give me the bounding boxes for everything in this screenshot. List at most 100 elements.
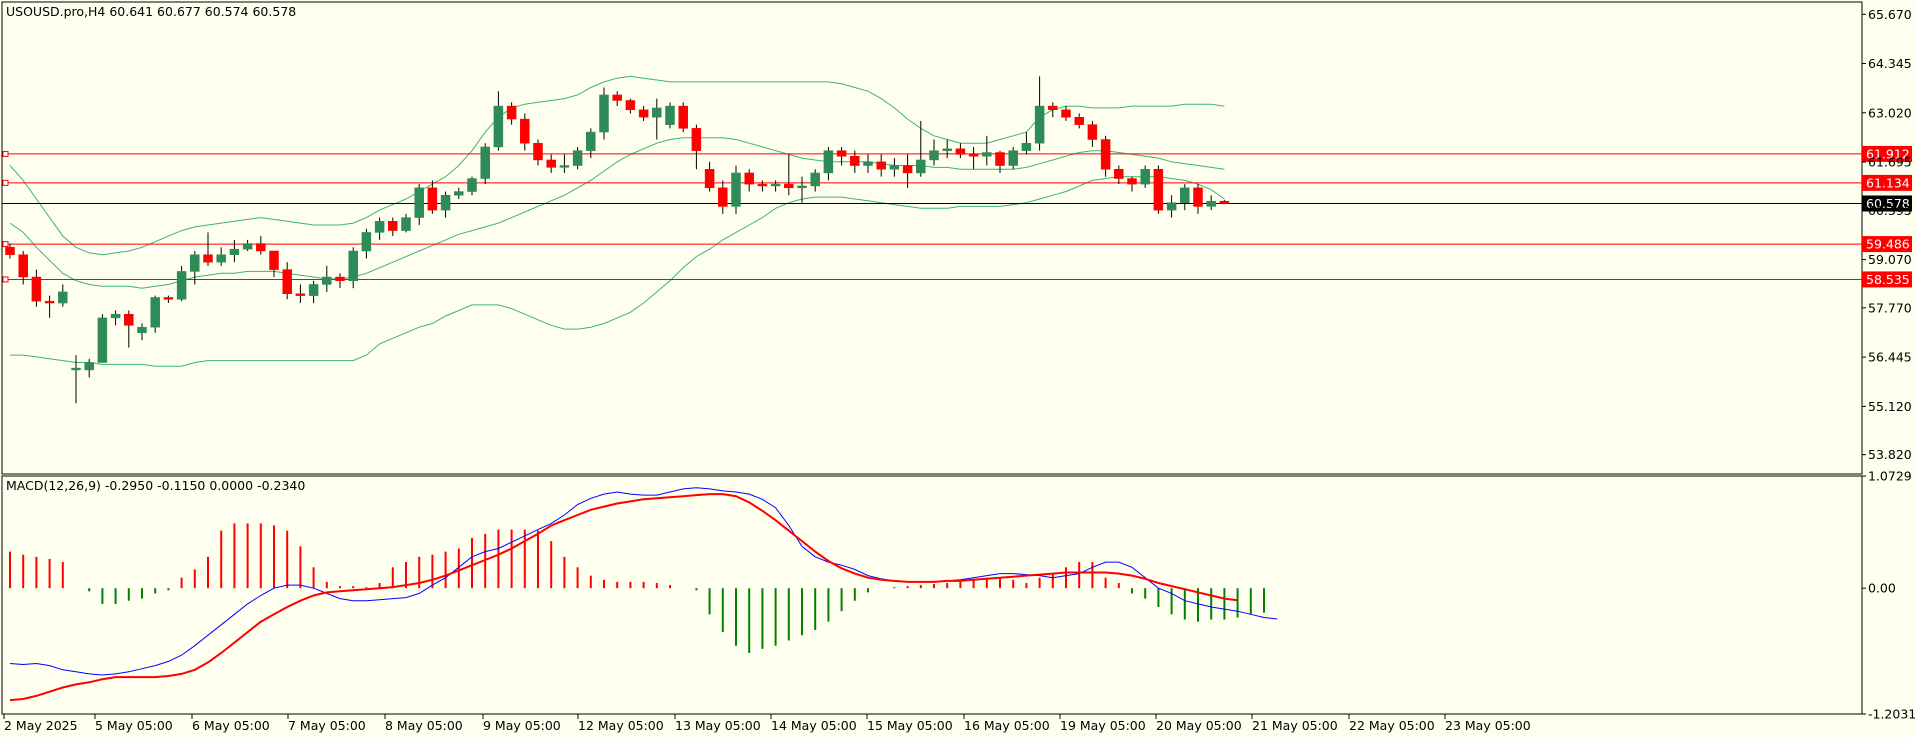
time-axis: 2 May 2025 5 May 05:00 6 May 05:00 7 May 05… bbox=[3, 714, 1531, 733]
candle-body bbox=[599, 94, 609, 133]
signal-line bbox=[9, 493, 1238, 702]
price-tick-label: 63.020 bbox=[1868, 105, 1912, 120]
trading-chart-window: 61.912 61.134 59.486 58.535 60.578 65.670 64.3… bbox=[0, 0, 1916, 737]
candle-body bbox=[427, 187, 438, 211]
time-tick-label: 23 May 05:00 bbox=[1445, 718, 1531, 733]
time-tick-label: 12 May 05:00 bbox=[578, 718, 664, 733]
candle-body bbox=[929, 150, 939, 161]
time-tick-label: 9 May 05:00 bbox=[483, 718, 561, 733]
hline-handle bbox=[2, 179, 9, 186]
candle-body bbox=[652, 107, 662, 118]
candle-body bbox=[467, 178, 477, 192]
candle-body bbox=[718, 187, 728, 207]
time-tick-label: 7 May 05:00 bbox=[288, 718, 366, 733]
candle-body bbox=[968, 154, 979, 157]
candle-body bbox=[18, 254, 28, 278]
time-tick-label: 16 May 05:00 bbox=[964, 718, 1050, 733]
price-tick-label: 65.670 bbox=[1868, 7, 1912, 22]
candle-body bbox=[282, 269, 292, 294]
candle-body bbox=[1034, 105, 1045, 144]
candle-body bbox=[1100, 139, 1111, 170]
price-tick-label: 55.120 bbox=[1868, 399, 1912, 414]
candle-body bbox=[533, 142, 543, 161]
candle-body bbox=[572, 150, 583, 166]
candle-body bbox=[348, 250, 358, 281]
candle-body bbox=[942, 148, 952, 151]
time-tick-label: 20 May 05:00 bbox=[1156, 718, 1242, 733]
price-tick-label: 56.445 bbox=[1868, 350, 1912, 365]
macd-tick-label: 0.00 bbox=[1868, 581, 1896, 596]
price-tick-label: 60.395 bbox=[1868, 203, 1912, 218]
macd-tick-label: 1.0729 bbox=[1868, 469, 1912, 484]
candle-body bbox=[269, 250, 279, 270]
price-tick-label: 64.345 bbox=[1868, 56, 1912, 71]
time-tick-label: 21 May 05:00 bbox=[1252, 718, 1338, 733]
candle-body bbox=[84, 362, 94, 371]
time-tick-label: 6 May 05:00 bbox=[192, 718, 270, 733]
candle-body bbox=[137, 326, 147, 334]
price-tick-label: 61.695 bbox=[1868, 154, 1912, 169]
candle-body bbox=[731, 172, 741, 207]
candle-body bbox=[797, 185, 807, 189]
candle-body bbox=[361, 232, 372, 252]
candle-body bbox=[902, 165, 913, 174]
macd-pane bbox=[1, 475, 1863, 715]
price-axis: 61.91261.13459.48658.53560.57865.67064.3… bbox=[1862, 7, 1912, 462]
candles bbox=[5, 76, 1230, 404]
candle-body bbox=[401, 217, 411, 231]
candle-body bbox=[876, 161, 886, 170]
candle-body bbox=[97, 317, 108, 363]
candle-body bbox=[335, 276, 345, 281]
candle-body bbox=[1074, 116, 1084, 125]
time-tick-label: 5 May 05:00 bbox=[95, 718, 173, 733]
candle-body bbox=[5, 247, 15, 255]
candle-body bbox=[388, 221, 398, 231]
candle-body bbox=[176, 271, 187, 300]
candle-body bbox=[1166, 202, 1177, 211]
candle-body bbox=[58, 291, 68, 304]
candle-body bbox=[586, 131, 596, 151]
candle-body bbox=[374, 221, 385, 233]
time-tick-label: 22 May 05:00 bbox=[1349, 718, 1435, 733]
chart-canvas[interactable]: 61.91261.13459.48658.53560.57865.67064.3… bbox=[0, 0, 1916, 737]
horizontal-lines[interactable] bbox=[2, 150, 1862, 283]
time-tick-label: 2 May 2025 bbox=[4, 718, 78, 733]
hline-handle bbox=[2, 150, 9, 157]
candle-body bbox=[770, 183, 781, 187]
hline-handle bbox=[2, 241, 9, 248]
candle-body bbox=[480, 146, 490, 179]
candle-body bbox=[150, 297, 160, 328]
candle-body bbox=[863, 161, 873, 166]
macd-tick-label: -1.2031 bbox=[1868, 707, 1916, 722]
candle-body bbox=[256, 243, 266, 252]
candle-body bbox=[414, 187, 424, 218]
time-tick-label: 13 May 05:00 bbox=[675, 718, 761, 733]
candle-body bbox=[625, 100, 636, 111]
candle-body bbox=[216, 254, 226, 263]
candle-body bbox=[982, 152, 992, 157]
candle-body bbox=[242, 243, 253, 250]
candle-body bbox=[31, 276, 42, 302]
candle-body bbox=[1114, 168, 1124, 179]
candle-body bbox=[678, 105, 688, 129]
candle-body bbox=[916, 159, 926, 174]
candle-body bbox=[850, 155, 860, 166]
chart-title: USOUSD.pro,H4 60.641 60.677 60.574 60.57… bbox=[6, 4, 296, 19]
candle-body bbox=[955, 148, 966, 155]
price-tick-label: 59.070 bbox=[1868, 252, 1912, 267]
time-tick-label: 8 May 05:00 bbox=[385, 718, 463, 733]
hline-label: 58.535 bbox=[1866, 272, 1910, 287]
candle-body bbox=[322, 276, 332, 285]
hline-handle bbox=[2, 276, 9, 283]
candle-body bbox=[1206, 200, 1216, 207]
candle-body bbox=[612, 94, 622, 101]
candle-body bbox=[1219, 200, 1230, 204]
candle-body bbox=[665, 105, 675, 125]
candle-body bbox=[308, 284, 319, 296]
candle-body bbox=[229, 248, 240, 255]
candle-body bbox=[1127, 178, 1137, 185]
candle-body bbox=[44, 300, 55, 304]
price-pane bbox=[1, 1, 1863, 475]
hline-label: 61.134 bbox=[1866, 175, 1910, 190]
candle-body bbox=[744, 172, 754, 185]
